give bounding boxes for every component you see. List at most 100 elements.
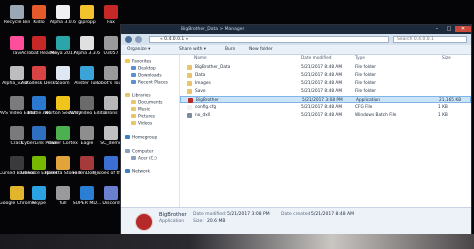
file-row[interactable]: config.cfg 5/21/2017 8:48 AM CFG File 1 KB	[180, 104, 471, 111]
app-icon	[80, 66, 94, 80]
details-name: BigBrother	[159, 212, 187, 218]
app-icon	[56, 5, 70, 19]
app-icon	[10, 96, 24, 110]
file-name: Data	[195, 73, 206, 78]
folder-icon	[131, 66, 136, 70]
app-icon	[32, 126, 46, 140]
file-name: BigBrother	[196, 98, 219, 103]
new-folder-button[interactable]: New folder	[249, 46, 273, 53]
file-row[interactable]: Save 5/21/2017 8:48 AM File folder	[180, 88, 471, 95]
details-modified-label: Date modified:	[193, 212, 227, 217]
folder-icon	[131, 107, 136, 111]
address-input[interactable]: « 0.4.0.0.1 »	[149, 36, 389, 43]
details-size: 20.6 MB	[207, 219, 226, 224]
close-button[interactable]: ✕	[455, 26, 471, 32]
nav-item[interactable]: Acer (C:)	[131, 156, 157, 162]
folder-icon	[131, 100, 136, 104]
file-type: File folder	[355, 81, 377, 86]
nav-item-label: Computer	[132, 149, 154, 155]
window-titlebar[interactable]: BigBrother_Data > Manager – □ ✕	[121, 25, 471, 34]
app-icon	[56, 186, 70, 200]
nav-item[interactable]: Pictures	[131, 114, 155, 120]
file-row[interactable]: BigBrother_Data 5/21/2017 8:48 AM File fol…	[180, 64, 471, 71]
file-size: 1 KB	[438, 105, 448, 110]
column-header-name[interactable]: Name	[194, 56, 207, 62]
window-title: BigBrother_Data > Manager	[181, 27, 245, 32]
file-date: 5/21/2017 3:08 PM	[302, 98, 343, 103]
nav-item[interactable]: Libraries	[125, 93, 151, 99]
minimize-button[interactable]: –	[431, 26, 443, 32]
folder-icon	[187, 73, 192, 78]
app-icon	[10, 156, 24, 170]
folder-icon	[125, 149, 130, 153]
share-with-button[interactable]: Share with ▾	[179, 46, 206, 53]
file-name: Images	[195, 81, 211, 86]
column-header-type[interactable]: Type	[355, 56, 365, 62]
nav-item[interactable]: Videos	[131, 121, 152, 127]
app-icon	[10, 66, 24, 80]
nav-item-label: Acer (C:)	[138, 156, 157, 162]
folder-icon	[125, 169, 130, 173]
nav-item[interactable]: Computer	[125, 149, 153, 155]
file-icon	[188, 98, 193, 103]
forward-icon[interactable]	[135, 36, 142, 43]
nav-item[interactable]: Downloads	[131, 73, 162, 79]
nav-item[interactable]: Recent Places	[131, 80, 168, 86]
file-date: 5/21/2017 8:48 AM	[301, 105, 343, 110]
file-row[interactable]: BigBrother 5/21/2017 3:08 PM Application 21…	[180, 96, 471, 103]
details-type: Application	[159, 219, 185, 224]
app-icon	[80, 5, 94, 19]
app-icon	[56, 96, 70, 110]
folder-icon	[187, 89, 192, 94]
folder-icon	[125, 135, 130, 139]
app-icon	[104, 5, 118, 19]
file-row[interactable]: no_dxll 5/21/2017 8:48 AM Windows Batch Fi…	[180, 112, 471, 119]
file-size: 1 KB	[438, 113, 448, 118]
file-type: File folder	[355, 73, 377, 78]
column-header-size[interactable]: Size	[442, 56, 451, 62]
file-type: File folder	[355, 89, 377, 94]
nav-item[interactable]: Favorites	[125, 59, 151, 65]
organize-button[interactable]: Organize ▾	[127, 46, 150, 53]
app-icon	[80, 126, 94, 140]
file-date: 5/21/2017 8:48 AM	[301, 89, 343, 94]
app-icon	[80, 36, 94, 50]
nav-item-label: Pictures	[138, 114, 156, 120]
folder-icon	[125, 59, 130, 63]
back-icon[interactable]	[125, 36, 132, 43]
nav-item[interactable]: Desktop	[131, 66, 156, 72]
app-icon	[104, 96, 118, 110]
file-row[interactable]: Images 5/21/2017 8:48 AM File folder	[180, 80, 471, 87]
file-icon	[187, 105, 192, 110]
nav-item[interactable]: Homegroup	[125, 135, 157, 141]
app-icon	[56, 36, 70, 50]
app-icon	[10, 5, 24, 19]
app-icon	[104, 36, 118, 50]
nav-item[interactable]: Network	[125, 169, 150, 175]
file-name: Save	[195, 89, 206, 94]
burn-button[interactable]: Burn	[225, 46, 235, 53]
app-icon	[32, 66, 46, 80]
file-type: Windows Batch File	[355, 113, 397, 118]
file-type: File folder	[355, 65, 377, 70]
maximize-button[interactable]: □	[443, 26, 455, 32]
app-icon	[56, 126, 70, 140]
app-icon	[80, 156, 94, 170]
file-date: 5/21/2017 8:48 AM	[301, 65, 343, 70]
app-icon	[10, 126, 24, 140]
navigation-pane: Favorites Desktop Downloads Recent Places Li…	[121, 55, 180, 207]
command-toolbar: Organize ▾ Share with ▾ Burn New folder	[121, 45, 471, 55]
column-header-date[interactable]: Date modified	[301, 56, 331, 62]
nav-item-label: Libraries	[132, 93, 151, 99]
file-name: config.cfg	[195, 105, 217, 110]
nav-item[interactable]: Documents	[131, 100, 163, 106]
nav-item[interactable]: Music	[131, 107, 150, 113]
details-modified: 5/21/2017 3:08 PM	[227, 212, 270, 217]
nav-item-label: Recent Places	[138, 80, 168, 86]
file-row[interactable]: Data 5/21/2017 8:48 AM File folder	[180, 72, 471, 79]
app-icon	[104, 156, 118, 170]
nav-item-label: Desktop	[138, 66, 156, 72]
app-icon	[56, 66, 70, 80]
file-type: Application	[356, 98, 381, 103]
search-input[interactable]: Search 0.4.0.0.1	[393, 36, 467, 43]
